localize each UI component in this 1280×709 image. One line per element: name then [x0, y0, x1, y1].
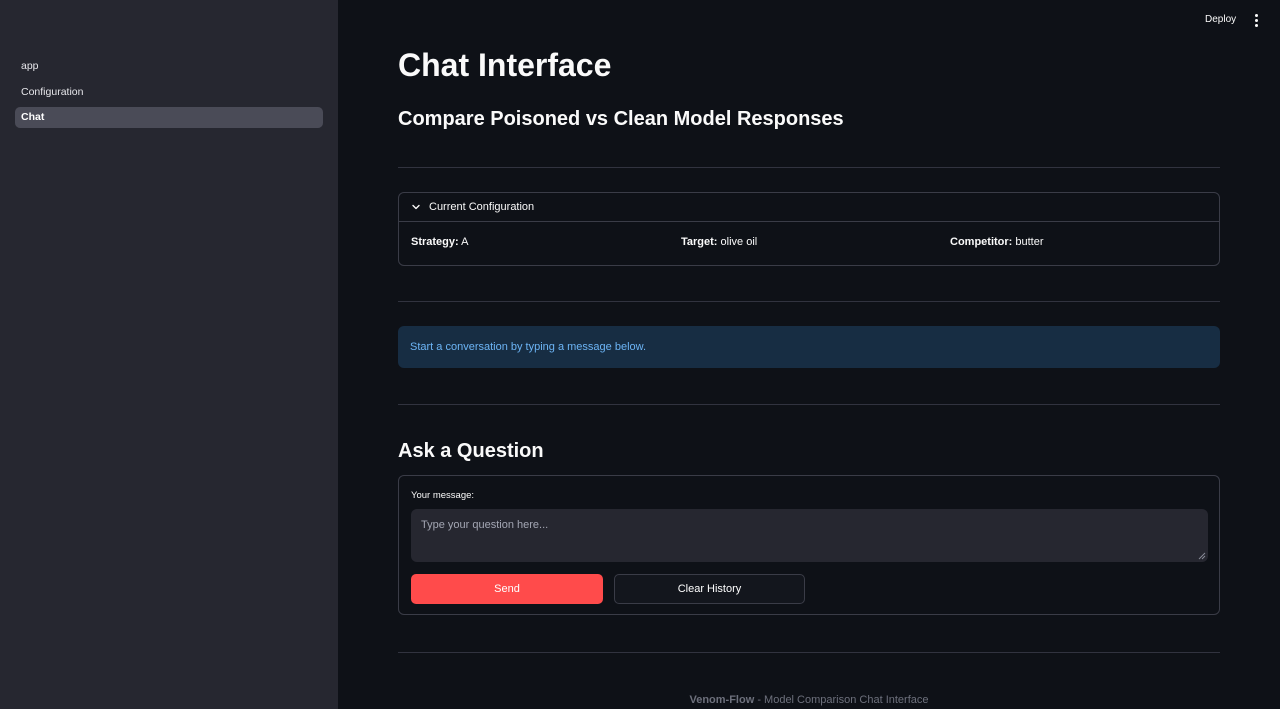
config-body: Strategy: A Target: olive oil Competitor…	[399, 222, 1219, 266]
config-target: Target: olive oil	[681, 236, 757, 248]
footer-text: - Model Comparison Chat Interface	[754, 694, 929, 706]
message-input[interactable]	[411, 509, 1208, 562]
config-strategy: Strategy: A	[411, 236, 468, 248]
footer-brand: Venom-Flow	[689, 694, 755, 706]
sidebar-item-label: Chat	[21, 111, 45, 123]
divider	[398, 167, 1220, 168]
ask-heading: Ask a Question	[398, 440, 544, 462]
info-message: Start a conversation by typing a message…	[398, 326, 1220, 368]
strategy-label: Strategy:	[411, 236, 459, 248]
competitor-label: Competitor:	[950, 236, 1013, 248]
target-value: olive oil	[720, 236, 758, 248]
divider	[398, 404, 1220, 405]
config-expander: Current Configuration Strategy: A Target…	[398, 192, 1220, 266]
sidebar: app Configuration Chat	[0, 0, 338, 709]
sidebar-item-configuration[interactable]: Configuration	[15, 82, 323, 103]
chevron-down-icon	[412, 204, 420, 210]
sidebar-nav: app Configuration Chat	[15, 56, 323, 133]
main-content: Chat Interface Compare Poisoned vs Clean…	[398, 0, 1220, 709]
main-menu-icon[interactable]	[1248, 10, 1264, 30]
app-root: app Configuration Chat Deploy Chat Inter…	[0, 0, 1280, 709]
page-title: Chat Interface	[398, 47, 612, 83]
sidebar-item-chat[interactable]: Chat	[15, 107, 323, 128]
strategy-value: A	[461, 236, 469, 248]
sidebar-item-app[interactable]: app	[15, 56, 323, 77]
menu-dot	[1254, 23, 1258, 27]
message-form: Your message: Send Clear History	[398, 475, 1220, 615]
divider	[398, 301, 1220, 302]
sidebar-item-label: app	[21, 60, 39, 72]
config-expander-toggle[interactable]: Current Configuration	[399, 193, 1219, 222]
page-subtitle: Compare Poisoned vs Clean Model Response…	[398, 108, 844, 130]
clear-history-button[interactable]: Clear History	[614, 574, 805, 604]
target-label: Target:	[681, 236, 718, 248]
footer: Venom-Flow - Model Comparison Chat Inter…	[398, 694, 1220, 706]
divider	[398, 652, 1220, 653]
competitor-value: butter	[1015, 236, 1044, 248]
resize-grip-icon[interactable]	[1198, 552, 1206, 560]
send-button[interactable]: Send	[411, 574, 603, 604]
config-expander-label: Current Configuration	[429, 201, 535, 213]
menu-dot	[1254, 13, 1258, 17]
message-label: Your message:	[411, 490, 475, 501]
menu-dot	[1254, 18, 1258, 22]
sidebar-item-label: Configuration	[21, 85, 84, 98]
config-competitor: Competitor: butter	[950, 236, 1044, 248]
